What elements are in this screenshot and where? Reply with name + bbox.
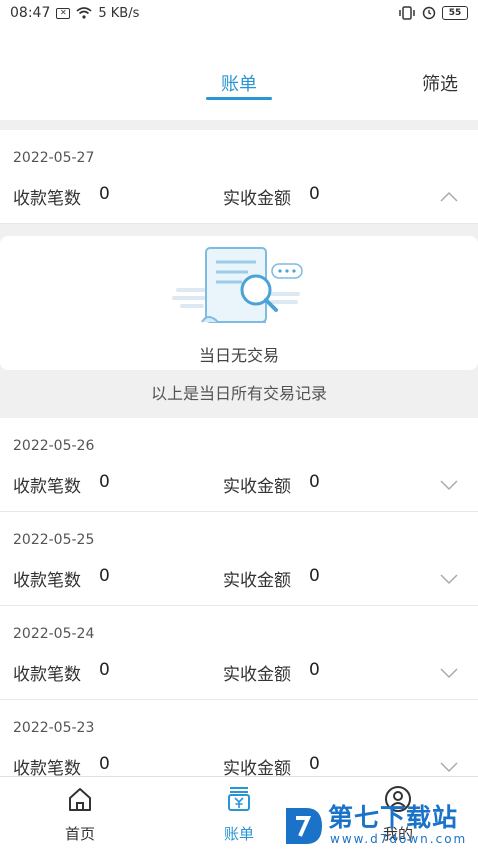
- notification-icon: ✕: [56, 7, 71, 19]
- day-card[interactable]: 2022-05-26 收款笔数 0 实收金额 0: [0, 418, 478, 512]
- watermark: 第七下载站 www.d7down.com: [278, 798, 478, 850]
- count-value: 0: [99, 184, 110, 204]
- empty-state-card: 当日无交易: [0, 236, 478, 370]
- chevron-down-icon[interactable]: [440, 758, 458, 776]
- amount-label: 实收金额: [223, 665, 291, 685]
- count-label: 收款笔数: [13, 477, 81, 497]
- amount-label: 实收金额: [223, 759, 291, 776]
- count-value: 0: [99, 660, 110, 680]
- amount-value: 0: [309, 660, 320, 680]
- network-speed: 5 KB/s: [98, 5, 140, 21]
- tab-indicator: [206, 97, 272, 100]
- count-value: 0: [99, 472, 110, 492]
- bill-list[interactable]: 2022-05-27 收款笔数 0 实收金额 0 当日无交易 以上是当日所有交易…: [0, 130, 478, 776]
- battery-icon: 55: [442, 6, 468, 20]
- alarm-icon: [422, 6, 436, 20]
- amount-value: 0: [309, 472, 320, 492]
- day-card-expanded[interactable]: 2022-05-27 收款笔数 0 实收金额 0: [0, 130, 478, 224]
- bill-icon: [228, 787, 250, 811]
- header: 账单 筛选: [0, 26, 478, 120]
- home-icon: [69, 788, 91, 811]
- chevron-down-icon[interactable]: [440, 476, 458, 494]
- day-date: 2022-05-23: [13, 720, 95, 736]
- status-bar: 08:47 ✕ 5 KB/s 55: [0, 0, 478, 26]
- watermark-url: www.d7down.com: [330, 832, 468, 846]
- amount-value: 0: [309, 184, 320, 204]
- vibrate-icon: [399, 6, 415, 20]
- empty-document-icon: [172, 247, 303, 323]
- amount-label: 实收金额: [223, 189, 291, 209]
- amount-value: 0: [309, 754, 320, 774]
- day-card[interactable]: 2022-05-24 收款笔数 0 实收金额 0: [0, 606, 478, 700]
- count-label: 收款笔数: [13, 665, 81, 685]
- day-date: 2022-05-24: [13, 626, 95, 642]
- count-value: 0: [99, 754, 110, 774]
- amount-label: 实收金额: [223, 571, 291, 591]
- day-card[interactable]: 2022-05-25 收款笔数 0 实收金额 0: [0, 512, 478, 606]
- wifi-icon: [76, 7, 92, 19]
- count-value: 0: [99, 566, 110, 586]
- chevron-up-icon[interactable]: [440, 188, 458, 206]
- watermark-logo-icon: [286, 808, 322, 844]
- amount-value: 0: [309, 566, 320, 586]
- amount-label: 实收金额: [223, 477, 291, 497]
- count-label: 收款笔数: [13, 189, 81, 209]
- watermark-text: 第七下载站: [328, 803, 459, 832]
- chevron-down-icon[interactable]: [440, 570, 458, 588]
- day-date: 2022-05-27: [13, 150, 95, 166]
- all-records-note: 以上是当日所有交易记录: [0, 370, 478, 418]
- nav-bills[interactable]: 账单: [189, 777, 289, 850]
- nav-home[interactable]: 首页: [30, 777, 130, 850]
- status-time: 08:47: [10, 5, 51, 21]
- filter-button[interactable]: 筛选: [422, 70, 458, 96]
- day-card[interactable]: 2022-05-23 收款笔数 0 实收金额 0: [0, 700, 478, 776]
- nav-bills-label: 账单: [223, 825, 254, 843]
- chevron-down-icon[interactable]: [440, 664, 458, 682]
- nav-home-label: 首页: [64, 825, 95, 843]
- empty-state-text: 当日无交易: [198, 346, 279, 365]
- day-date: 2022-05-25: [13, 532, 95, 548]
- count-label: 收款笔数: [13, 759, 81, 776]
- count-label: 收款笔数: [13, 571, 81, 591]
- tab-bills[interactable]: 账单: [206, 70, 272, 96]
- day-date: 2022-05-26: [13, 438, 95, 454]
